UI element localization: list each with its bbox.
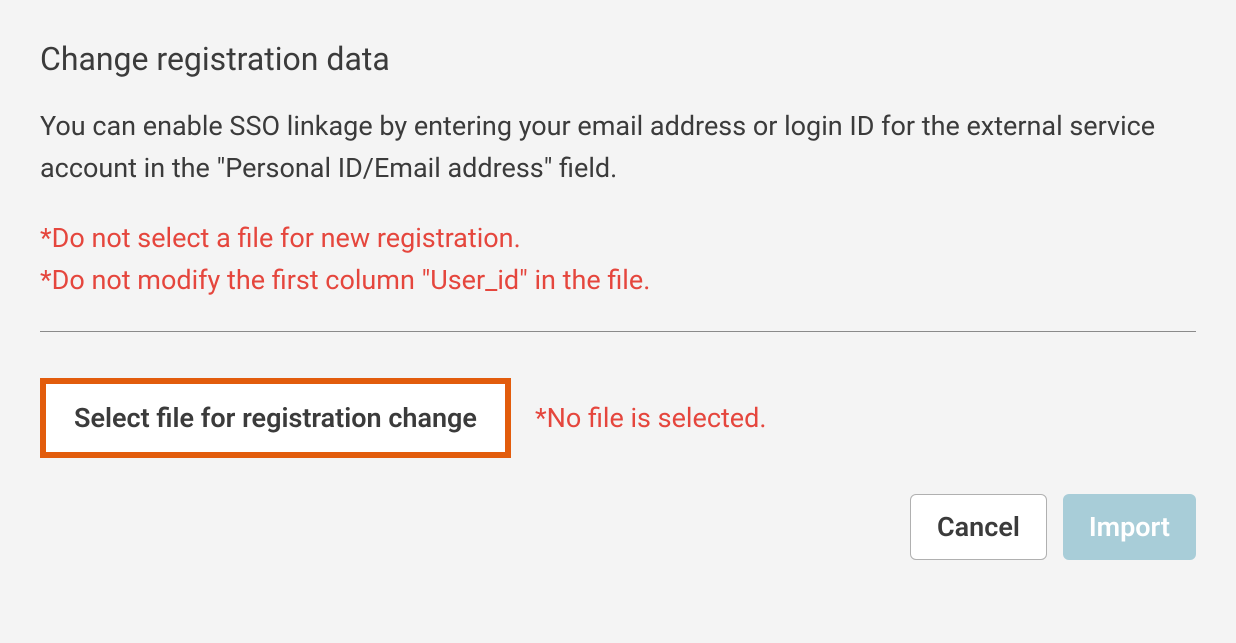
warning-block: *Do not select a file for new registrati… bbox=[40, 218, 1196, 302]
file-select-row: Select file for registration change *No … bbox=[40, 378, 1196, 458]
actions-row: Cancel Import bbox=[40, 494, 1196, 560]
select-file-button[interactable]: Select file for registration change bbox=[74, 402, 477, 434]
cancel-button[interactable]: Cancel bbox=[910, 494, 1047, 560]
select-file-highlight: Select file for registration change bbox=[40, 378, 511, 458]
divider bbox=[40, 331, 1196, 332]
warning-line-2: *Do not modify the first column "User_id… bbox=[40, 260, 1196, 302]
import-button[interactable]: Import bbox=[1063, 494, 1196, 560]
page-title: Change registration data bbox=[40, 40, 1196, 78]
description-text: You can enable SSO linkage by entering y… bbox=[40, 106, 1196, 190]
warning-line-1: *Do not select a file for new registrati… bbox=[40, 218, 1196, 260]
no-file-status: *No file is selected. bbox=[535, 402, 767, 434]
